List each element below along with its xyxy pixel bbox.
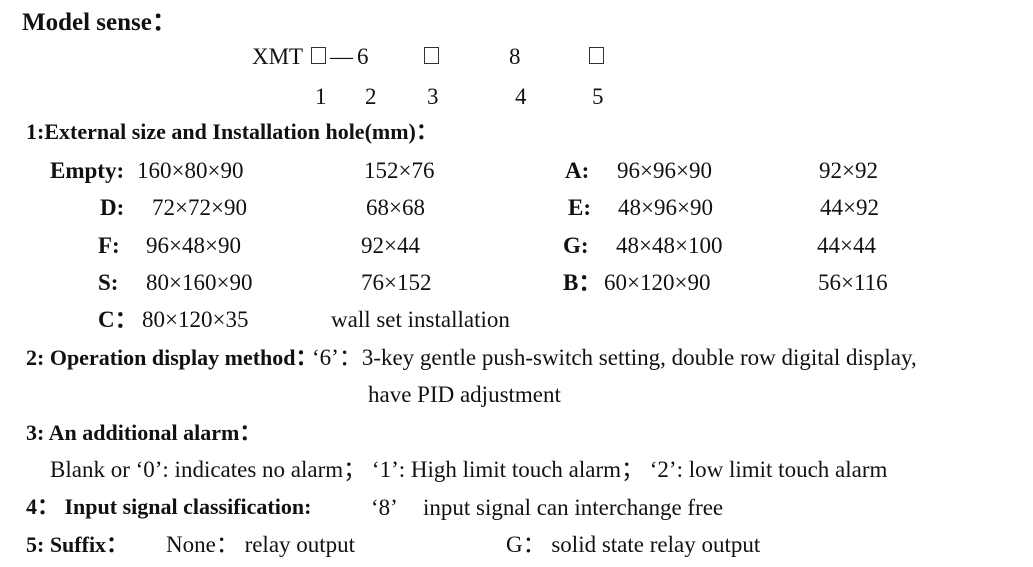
size-row-label: G: bbox=[563, 233, 589, 258]
section-5-heading: 5: Suffix： bbox=[26, 532, 129, 557]
size-row-label: C： bbox=[98, 307, 138, 332]
section-4-text: input signal can interchange free bbox=[423, 495, 724, 520]
position-number: 2 bbox=[365, 84, 377, 109]
model-code-4: 8 bbox=[509, 44, 521, 69]
page-title: Model sense： bbox=[22, 9, 177, 36]
size-row-label: D: bbox=[100, 195, 125, 220]
size-row-hole: 92×44 bbox=[361, 233, 420, 258]
position-number: 4 bbox=[515, 84, 527, 109]
section-2-text-line-1: ‘6’：3-key gentle push-switch setting, do… bbox=[312, 345, 917, 370]
size-row-label: A: bbox=[565, 158, 590, 183]
size-row-label: S: bbox=[98, 270, 119, 295]
placeholder-box-1 bbox=[311, 47, 326, 67]
size-row-size: 60×120×90 bbox=[604, 270, 711, 295]
section-4-heading: 4： Input signal classification: bbox=[26, 494, 312, 519]
size-row-hole: 44×44 bbox=[817, 233, 876, 258]
size-row-size: 48×48×100 bbox=[616, 233, 723, 258]
section-2-heading: 2: Operation display method： bbox=[26, 345, 318, 370]
suffix-option-none: None： relay output bbox=[166, 532, 356, 557]
size-row-size: 96×96×90 bbox=[617, 158, 712, 183]
size-row-label: F: bbox=[98, 233, 120, 258]
section-3-heading: 3: An additional alarm： bbox=[26, 420, 262, 445]
size-row-size: 80×120×35 bbox=[142, 307, 249, 332]
model-prefix: XMT bbox=[252, 44, 304, 69]
size-row-hole: 68×68 bbox=[366, 195, 425, 220]
model-dash: — bbox=[330, 44, 353, 69]
size-row-label: E: bbox=[568, 195, 591, 220]
position-number: 1 bbox=[315, 84, 327, 109]
size-row-label: B： bbox=[563, 270, 602, 295]
suffix-option-g: G： solid state relay output bbox=[506, 532, 761, 557]
section-4-code: ‘8’ bbox=[371, 495, 398, 520]
size-row-size: 160×80×90 bbox=[137, 158, 244, 183]
size-row-size: 48×96×90 bbox=[618, 195, 713, 220]
size-row-hole: 44×92 bbox=[820, 195, 879, 220]
placeholder-box-5 bbox=[589, 47, 604, 67]
section-3-text: Blank or ‘0’: indicates no alarm； ‘1’: H… bbox=[50, 457, 888, 482]
section-2-text-line-2: have PID adjustment bbox=[368, 382, 561, 407]
size-row-hole: wall set installation bbox=[331, 307, 510, 332]
placeholder-box-3 bbox=[424, 47, 439, 67]
position-number: 3 bbox=[427, 84, 439, 109]
size-row-size: 80×160×90 bbox=[146, 270, 253, 295]
size-row-hole: 92×92 bbox=[819, 158, 878, 183]
size-row-hole: 76×152 bbox=[361, 270, 432, 295]
size-row-size: 72×72×90 bbox=[152, 195, 247, 220]
section-1-heading: 1:External size and Installation hole(mm… bbox=[26, 119, 438, 144]
size-row-label: Empty: bbox=[50, 158, 125, 183]
size-row-hole: 56×116 bbox=[818, 270, 888, 295]
size-row-hole: 152×76 bbox=[364, 158, 435, 183]
position-number: 5 bbox=[592, 84, 604, 109]
size-row-size: 96×48×90 bbox=[146, 233, 241, 258]
model-code-2: 6 bbox=[357, 44, 369, 69]
